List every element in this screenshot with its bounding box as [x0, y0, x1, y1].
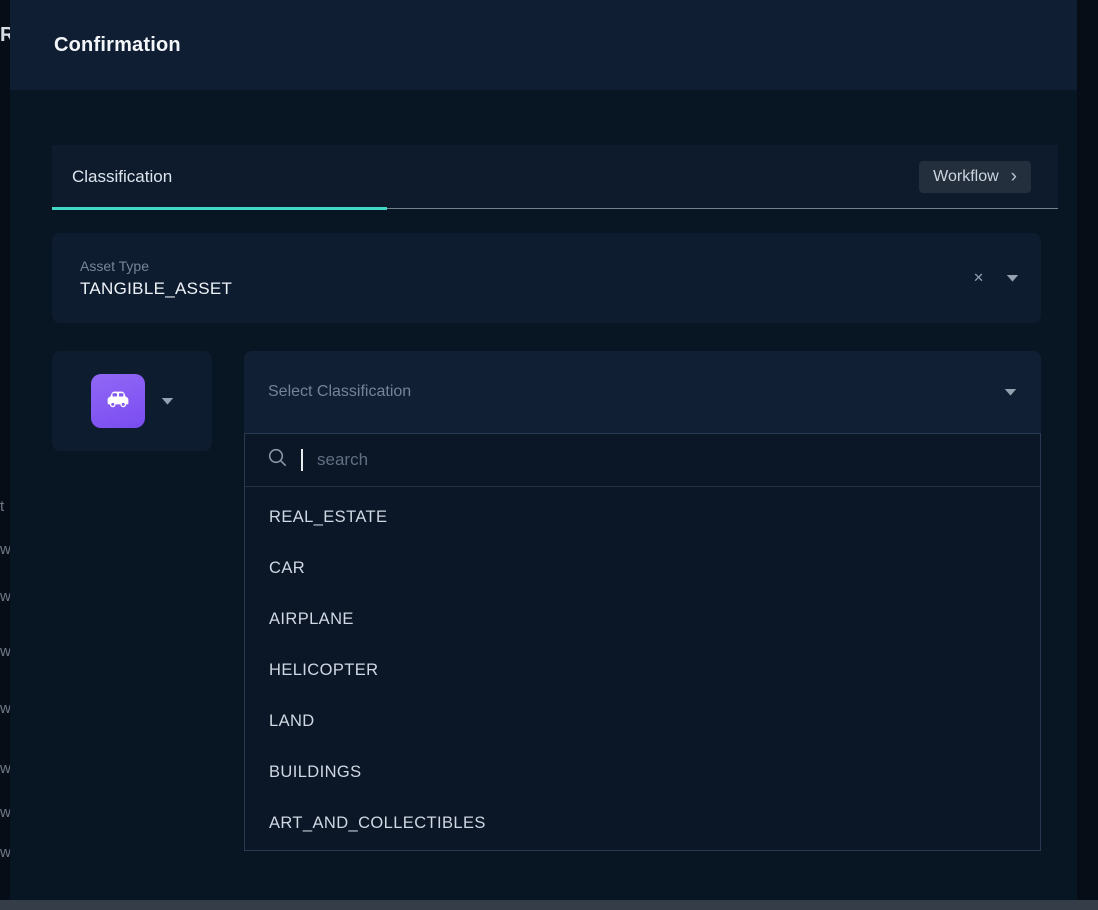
tab-classification[interactable]: Classification [72, 167, 172, 187]
classification-options-list: REAL_ESTATECARAIRPLANEHELICOPTERLANDBUIL… [245, 487, 1040, 849]
chevron-down-icon[interactable] [1006, 274, 1019, 282]
asset-type-select[interactable]: Asset Type TANGIBLE_ASSET ✕ [52, 233, 1041, 323]
asset-type-label: Asset Type [80, 258, 1041, 274]
classification-dropdown: search REAL_ESTATECARAIRPLANEHELICOPTERL… [244, 433, 1041, 851]
classification-row: Select Classification [52, 351, 1058, 451]
asset-type-actions: ✕ [973, 233, 1019, 323]
classification-select-wrap: Select Classification [244, 351, 1041, 451]
workflow-button[interactable]: Workflow › [919, 161, 1031, 193]
tab-bar: Classification Workflow › [52, 145, 1058, 209]
classification-select-placeholder: Select Classification [268, 383, 411, 401]
background-edge-glyph: w [0, 760, 10, 777]
classification-option[interactable]: ART_AND_COLLECTIBLES [245, 798, 1040, 849]
classification-option[interactable]: AIRPLANE [245, 594, 1040, 645]
classification-option[interactable]: REAL_ESTATE [245, 492, 1040, 543]
bottom-page-strip [0, 900, 1098, 910]
classification-option[interactable]: CAR [245, 543, 1040, 594]
search-icon [267, 447, 288, 473]
classification-select[interactable]: Select Classification [244, 351, 1041, 433]
background-edge-glyph: t [0, 498, 4, 515]
active-tab-underline [52, 207, 387, 210]
background-edge-glyph: R [0, 24, 10, 47]
background-edge-glyph: w [0, 588, 10, 605]
classification-option[interactable]: HELICOPTER [245, 645, 1040, 696]
chevron-down-icon[interactable] [1004, 388, 1017, 396]
car-icon [103, 384, 133, 419]
modal-title: Confirmation [54, 34, 181, 57]
text-cursor [301, 449, 303, 471]
classification-option[interactable]: LAND [245, 696, 1040, 747]
workflow-button-label: Workflow [933, 168, 999, 186]
background-edge-text: Rt w w w w w w w [0, 0, 10, 910]
search-placeholder: search [317, 450, 368, 470]
modal-content: Classification Workflow › Asset Type TAN… [52, 90, 1058, 451]
background-edge-glyph: w [0, 643, 10, 660]
chevron-right-icon: › [1011, 170, 1017, 184]
car-icon-button[interactable] [91, 374, 145, 428]
modal-header: Confirmation [10, 0, 1077, 90]
classification-option[interactable]: BUILDINGS [245, 747, 1040, 798]
chevron-down-icon[interactable] [161, 397, 174, 405]
clear-icon[interactable]: ✕ [973, 270, 984, 286]
background-edge-glyph: w [0, 541, 10, 558]
background-edge-glyph: w [0, 700, 10, 717]
background-edge-glyph: w [0, 804, 10, 821]
dropdown-search-input[interactable]: search [245, 434, 1040, 487]
confirmation-modal: Confirmation Classification Workflow › A… [10, 0, 1077, 900]
background-edge-glyph: w [0, 844, 10, 861]
asset-icon-card [52, 351, 212, 451]
asset-type-value: TANGIBLE_ASSET [80, 279, 1041, 299]
